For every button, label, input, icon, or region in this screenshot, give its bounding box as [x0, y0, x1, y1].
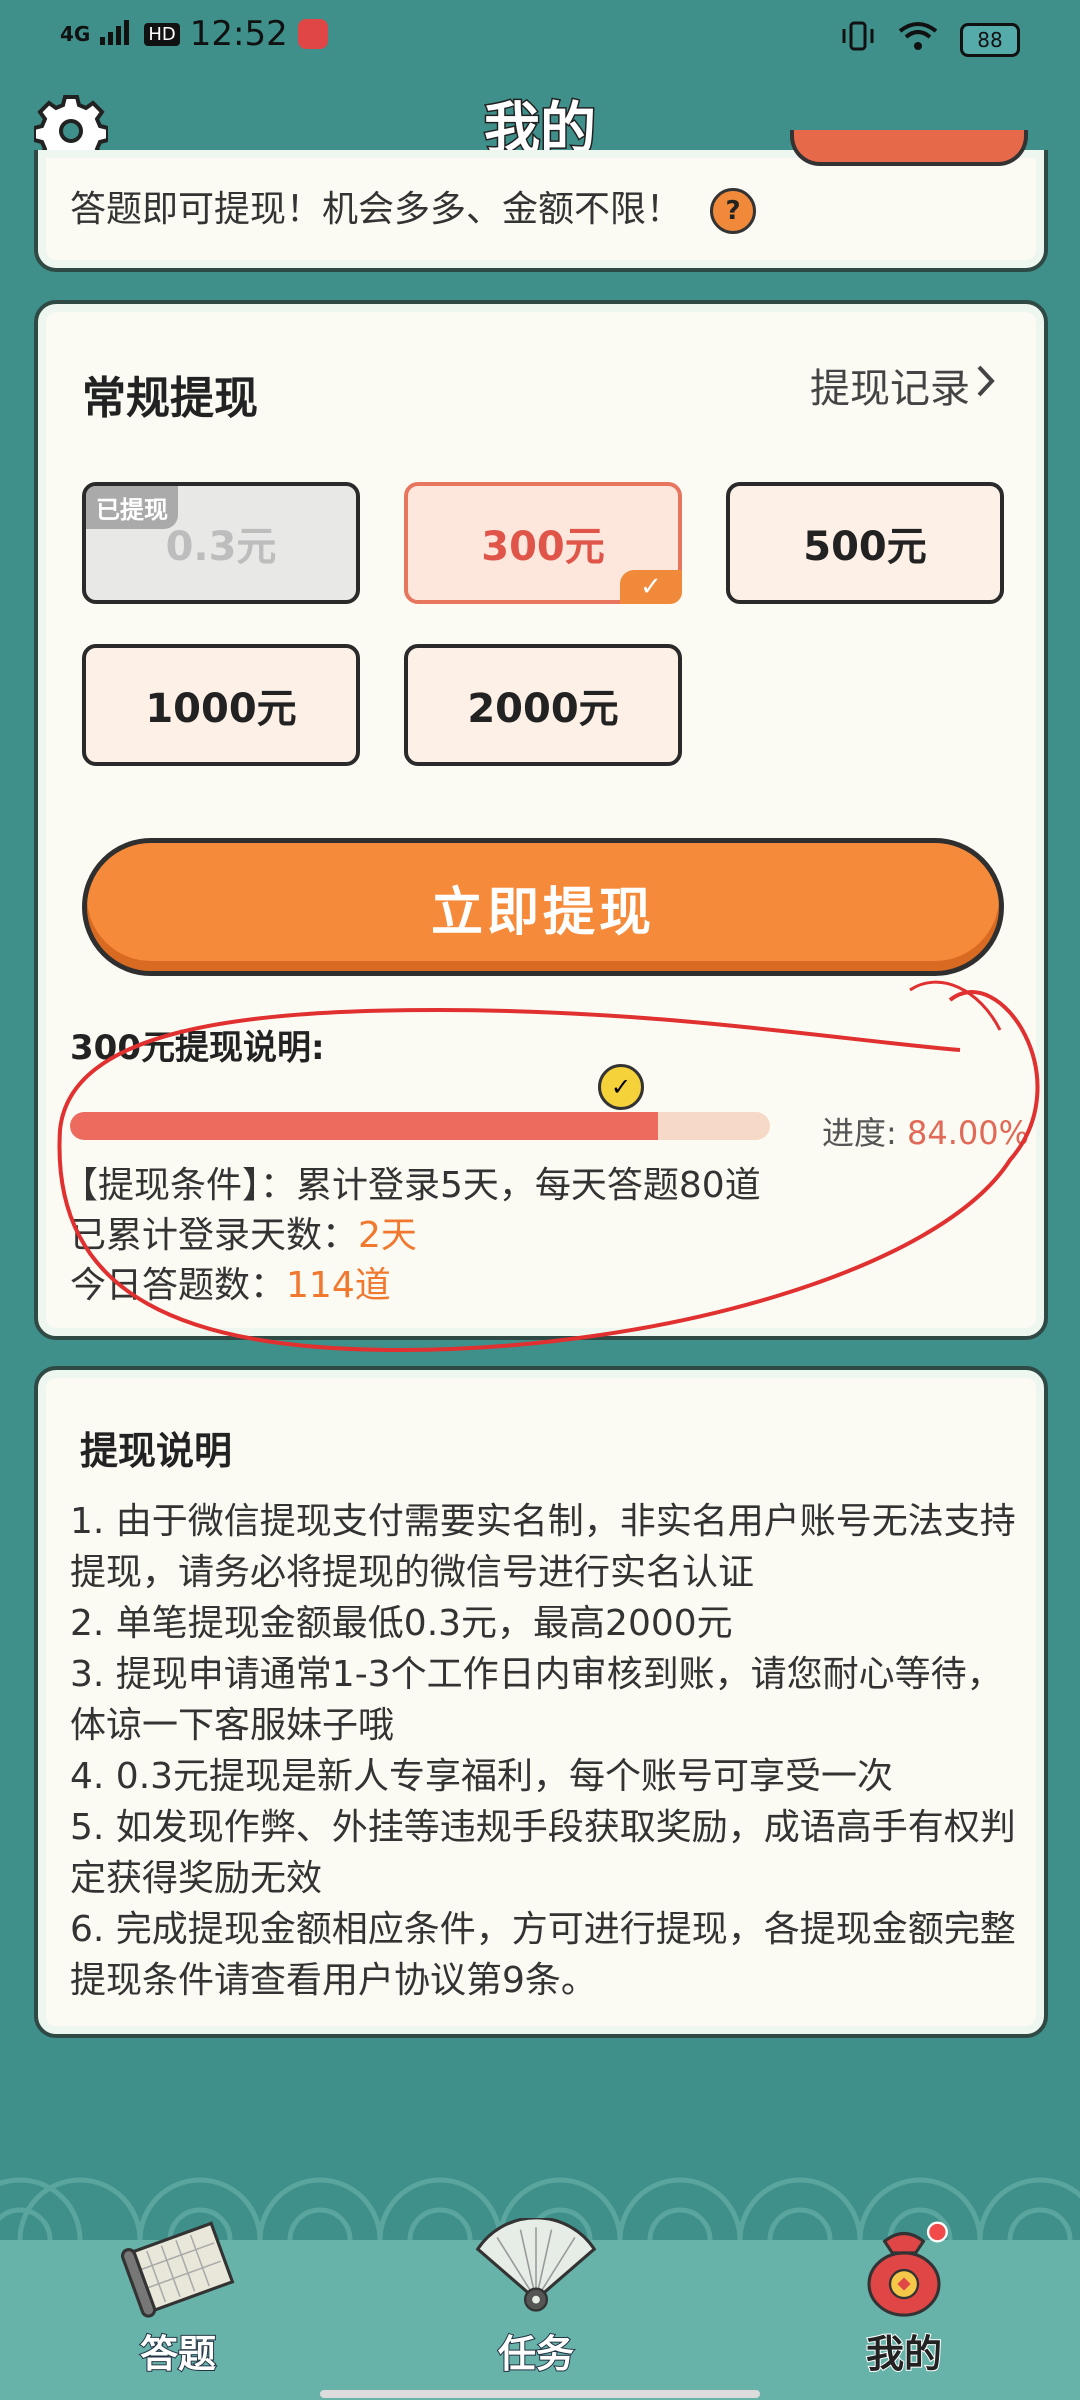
tab-mine[interactable]: 我的: [784, 2218, 1024, 2378]
rule-item: 5. 如发现作弊、外挂等违规手段获取奖励，成语高手有权判定获得奖励无效: [70, 1807, 1016, 1899]
amount-label: 0.3元: [165, 524, 277, 570]
withdraw-record-label: 提现记录: [810, 366, 970, 412]
rules-title: 提现说明: [80, 1429, 233, 1473]
promo-card: 答题即可提现！机会多多、金额不限！ ?: [34, 130, 1048, 272]
promo-button-partial[interactable]: [790, 130, 1028, 166]
amount-option-0-3[interactable]: 已提现 0.3元: [82, 482, 360, 604]
wifi-icon: [898, 20, 938, 60]
rule-item: 2. 单笔提现金额最低0.3元，最高2000元: [70, 1603, 733, 1644]
network-indicator: 4G: [60, 22, 91, 46]
money-bag-icon: [867, 2221, 948, 2317]
notification-icon: [297, 19, 328, 49]
amount-label: 300元: [481, 524, 605, 570]
rule-item: 3. 提现申请通常1-3个工作日内审核到账，请您耐心等待，体谅一下客服妹子哦: [70, 1654, 1003, 1746]
hd-badge: HD: [144, 22, 180, 46]
withdraw-now-button[interactable]: 立即提现: [82, 838, 1004, 976]
status-left: 4G HD 12:52: [60, 14, 328, 54]
promo-text: 答题即可提现！机会多多、金额不限！: [70, 189, 683, 230]
fan-icon: [475, 2218, 597, 2312]
red-annotation-circle: [57, 980, 1040, 1353]
tab-label: 任务: [497, 2331, 575, 2377]
withdrawn-tag: 已提现: [86, 486, 178, 529]
scroll-icon: [120, 2221, 235, 2318]
help-icon[interactable]: ?: [710, 188, 756, 234]
amount-option-300[interactable]: 300元 ✓: [404, 482, 682, 604]
status-time: 12:52: [189, 14, 288, 54]
checkmark-icon: ✓: [620, 570, 682, 604]
status-bar: 4G HD 12:52 88: [0, 0, 1080, 80]
rule-item: 1. 由于微信提现支付需要实名制，非实名用户账号无法支持提现，请务必将提现的微信…: [70, 1501, 1016, 1593]
withdraw-record-link[interactable]: 提现记录: [810, 356, 996, 414]
tab-task[interactable]: 任务: [416, 2218, 656, 2378]
withdraw-section-title: 常规提现: [82, 373, 258, 424]
amount-label: 500元: [803, 524, 927, 570]
tab-label: 答题: [139, 2331, 217, 2377]
rules-card: 提现说明 1. 由于微信提现支付需要实名制，非实名用户账号无法支持提现，请务必将…: [34, 1366, 1048, 2038]
home-indicator[interactable]: [320, 2390, 760, 2398]
battery-icon: 88: [960, 23, 1020, 57]
amount-label: 2000元: [467, 686, 619, 732]
rule-item: 4. 0.3元提现是新人专享福利，每个账号可享受一次: [70, 1756, 894, 1797]
amount-option-1000[interactable]: 1000元: [82, 644, 360, 766]
tab-label: 我的: [865, 2331, 943, 2377]
chevron-right-icon: [976, 362, 996, 408]
amount-label: 1000元: [145, 686, 297, 732]
rules-list: 1. 由于微信提现支付需要实名制，非实名用户账号无法支持提现，请务必将提现的微信…: [70, 1496, 1020, 2006]
signal-icon: [100, 14, 134, 54]
amount-option-500[interactable]: 500元: [726, 482, 1004, 604]
rule-item: 6. 完成提现金额相应条件，方可进行提现，各提现金额完整提现条件请查看用户协议第…: [70, 1909, 1016, 2001]
tab-answer[interactable]: 答题: [58, 2218, 298, 2378]
status-right: 88: [840, 20, 1020, 60]
vibrate-icon: [840, 20, 876, 60]
bottom-tab-bar: 答题 任务 我的: [0, 2218, 1080, 2400]
amount-option-2000[interactable]: 2000元: [404, 644, 682, 766]
